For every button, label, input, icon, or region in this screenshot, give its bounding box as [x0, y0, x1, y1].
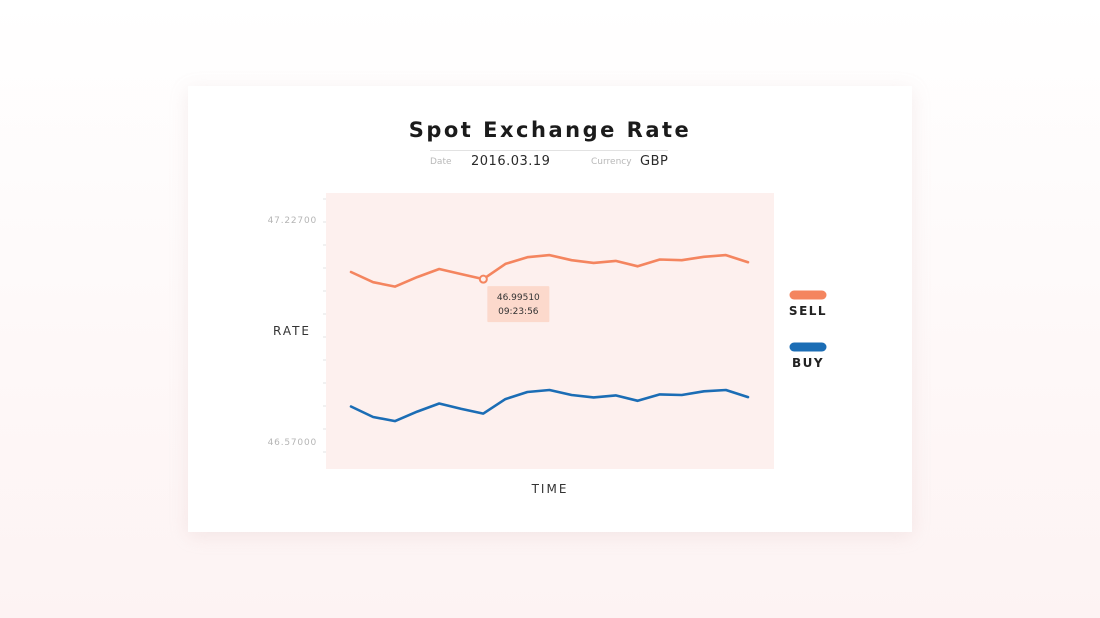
plot-area	[326, 193, 774, 469]
chart-card: Spot Exchange Rate Date 2016.03.19 Curre…	[188, 86, 912, 532]
y-axis-label: RATE	[273, 324, 311, 338]
y-tick-label: 47.22700	[268, 216, 317, 226]
legend-sell-label: SELL	[788, 304, 828, 318]
legend-buy-label: BUY	[791, 356, 825, 370]
tooltip-value: 46.99510	[497, 293, 540, 303]
tooltip-time: 09:23:56	[498, 307, 539, 317]
x-axis-label: TIME	[531, 482, 569, 496]
tooltip-point	[478, 274, 488, 284]
y-tick-label: 46.57000	[268, 438, 317, 448]
